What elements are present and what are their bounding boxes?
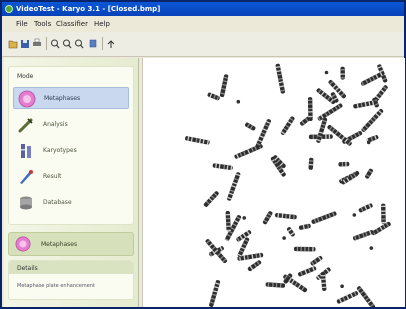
mode-header: Mode bbox=[17, 73, 34, 80]
sidebar-item-karyotypes[interactable]: Karyotypes bbox=[13, 140, 129, 162]
zoom-in-icon[interactable] bbox=[50, 37, 60, 50]
chromosome bbox=[352, 230, 374, 241]
debris-dot bbox=[324, 70, 329, 75]
analysis-icon bbox=[18, 118, 33, 133]
chromosome bbox=[338, 161, 350, 167]
debris-dot bbox=[282, 236, 286, 240]
chromosome bbox=[265, 282, 286, 288]
chromosome bbox=[262, 211, 273, 225]
sidebar-item-label: Metaphases bbox=[44, 95, 81, 102]
debris-dot bbox=[236, 99, 241, 104]
chromosome bbox=[236, 230, 252, 242]
chromosome bbox=[336, 291, 359, 304]
chromosome bbox=[227, 172, 241, 201]
toolbar-separator bbox=[46, 37, 47, 50]
chromosome bbox=[361, 109, 384, 132]
sidebar: Mode Metaphases Analysis Karyotypes Resu… bbox=[4, 58, 139, 307]
chromosome bbox=[185, 136, 210, 145]
current-mode-label: Metaphases bbox=[41, 241, 78, 248]
chromosome bbox=[328, 79, 346, 99]
chromosome bbox=[365, 168, 373, 179]
debris-dot bbox=[369, 246, 374, 250]
chromosome bbox=[308, 157, 314, 170]
save-icon[interactable] bbox=[20, 37, 30, 50]
print-icon[interactable] bbox=[32, 37, 42, 50]
chromosome bbox=[212, 163, 233, 171]
title-bar[interactable]: VideoTest - Karyo 3.1 - [Closed.bmp] bbox=[2, 2, 404, 16]
chromosome bbox=[209, 280, 221, 307]
debris-dot bbox=[352, 213, 357, 217]
chromosome bbox=[286, 227, 295, 237]
chromosome bbox=[247, 260, 262, 272]
chromosome bbox=[293, 246, 316, 252]
chromosome bbox=[297, 266, 317, 277]
app-window: VideoTest - Karyo 3.1 - [Closed.bmp] Fil… bbox=[0, 0, 406, 309]
database-icon bbox=[20, 196, 32, 210]
toolbar bbox=[2, 32, 404, 57]
window-title: VideoTest - Karyo 3.1 - [Closed.bmp] bbox=[16, 5, 161, 13]
menu-file[interactable]: File bbox=[16, 16, 28, 32]
chromosome bbox=[205, 239, 227, 264]
sidebar-item-label: Karyotypes bbox=[43, 147, 77, 154]
result-icon bbox=[20, 170, 33, 184]
details-header-bar: Details bbox=[9, 261, 133, 274]
chromosome bbox=[203, 191, 219, 207]
menu-tools[interactable]: Tools bbox=[34, 16, 51, 32]
toolbar-separator bbox=[102, 37, 103, 50]
chromosome bbox=[371, 221, 391, 236]
current-mode-bar: Metaphases bbox=[8, 232, 134, 256]
help-icon[interactable] bbox=[106, 37, 116, 50]
sidebar-item-database[interactable]: Database bbox=[13, 192, 129, 214]
chromosome bbox=[340, 66, 345, 80]
chromosome bbox=[381, 203, 386, 224]
sidebar-item-label: Result bbox=[43, 173, 62, 180]
chromosome bbox=[207, 92, 220, 101]
chromosome bbox=[360, 71, 385, 86]
menu-bar: File Tools Classifier Help bbox=[2, 16, 404, 32]
chromosome bbox=[219, 74, 229, 98]
chromosome bbox=[275, 63, 285, 94]
sidebar-item-analysis[interactable]: Analysis bbox=[13, 114, 129, 136]
debris-dot bbox=[242, 216, 246, 220]
sidebar-item-label: Database bbox=[43, 199, 72, 206]
chromosome bbox=[358, 203, 373, 213]
chromosome bbox=[353, 100, 377, 109]
karyotype-icon bbox=[21, 144, 31, 158]
metaphase-icon bbox=[18, 90, 36, 108]
metaphase-image bbox=[185, 63, 391, 307]
chromosome bbox=[280, 116, 295, 135]
chromosome bbox=[245, 122, 256, 131]
image-viewer[interactable] bbox=[142, 58, 405, 307]
chromosome bbox=[255, 119, 271, 149]
sidebar-item-label: Analysis bbox=[43, 121, 68, 128]
settings-icon[interactable] bbox=[88, 37, 98, 50]
details-panel: Details Metaphase plate enhancement bbox=[8, 260, 134, 300]
chromosome bbox=[317, 103, 343, 122]
menu-classifier[interactable]: Classifier bbox=[56, 16, 88, 32]
chromosome bbox=[311, 211, 337, 224]
sidebar-item-result[interactable]: Result bbox=[13, 166, 129, 188]
chromosome bbox=[275, 212, 297, 220]
chromosome bbox=[316, 117, 328, 143]
chromosome bbox=[356, 286, 376, 307]
chromosome bbox=[225, 211, 231, 232]
chromosome bbox=[310, 255, 323, 266]
debris-dot bbox=[340, 284, 344, 288]
metaphase-icon bbox=[15, 236, 31, 252]
zoom-out-icon[interactable] bbox=[62, 37, 72, 50]
debris-dot bbox=[366, 140, 371, 145]
chromosome bbox=[298, 223, 311, 230]
sidebar-item-metaphases[interactable]: Metaphases bbox=[13, 87, 129, 109]
chromosome bbox=[307, 97, 313, 122]
details-text: Metaphase plate enhancement bbox=[17, 283, 95, 289]
mode-panel: Mode Metaphases Analysis Karyotypes Resu… bbox=[8, 66, 134, 225]
menu-help[interactable]: Help bbox=[94, 16, 110, 32]
open-icon[interactable] bbox=[8, 37, 18, 50]
details-header: Details bbox=[17, 265, 38, 272]
zoom-fit-icon[interactable] bbox=[74, 37, 84, 50]
app-icon bbox=[5, 5, 13, 13]
